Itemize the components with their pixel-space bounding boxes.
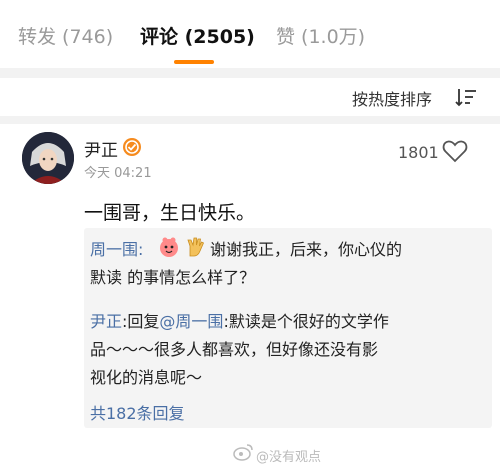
ok-hand-emoji-icon <box>187 237 205 257</box>
comment-card: 尹正 今天 04:21 1801 一围哥，生日快乐。 周一围: 谢谢我正，后来，… <box>0 124 500 470</box>
active-tab-indicator <box>174 60 214 64</box>
weibo-logo-icon <box>233 444 253 461</box>
tab-comments[interactable]: 评论 (2505) <box>140 22 255 49</box>
watermark: @没有观点 <box>256 450 322 465</box>
sort-bar: 按热度排序 <box>0 78 500 116</box>
heart-icon[interactable] <box>442 139 468 163</box>
sort-by-hot-button[interactable]: 按热度排序 <box>352 86 432 110</box>
reply-line: 尹正:回复@周一围:默读是个很好的文学作 <box>90 308 389 332</box>
comment-text: 一围哥，生日快乐。 <box>84 202 256 224</box>
reply-box[interactable]: 周一围: 谢谢我正，后来，你心仪的 默读 的事情怎么样了？ 尹正:回复@周一围:… <box>84 228 492 428</box>
comment-time: 今天 04:21 <box>84 166 152 181</box>
mention-link[interactable]: @周一围 <box>159 312 223 331</box>
divider <box>0 68 500 78</box>
reply-text: :默读是个很好的文学作 <box>223 312 389 331</box>
comment-author[interactable]: 尹正 <box>84 136 118 161</box>
tab-reposts[interactable]: 转发 (746) <box>18 22 113 49</box>
avatar[interactable] <box>22 132 74 184</box>
verified-badge-icon <box>123 138 141 156</box>
view-all-replies-link[interactable]: 共182条回复 <box>90 400 185 424</box>
reply-line: 周一围: <box>90 236 143 260</box>
reply-author-link[interactable]: 周一围: <box>90 240 143 259</box>
tab-bar: 转发 (746) 评论 (2505) 赞 (1.0万) <box>0 0 500 68</box>
sort-icon[interactable] <box>455 87 477 107</box>
tab-likes[interactable]: 赞 (1.0万) <box>276 22 365 49</box>
reply-text: 视化的消息呢～ <box>90 368 203 387</box>
reply-text: 品～～～很多人都喜欢，但好像还没有影 <box>90 340 379 359</box>
reply-text: 默读 的事情怎么样了？ <box>90 268 256 287</box>
reply-author-link[interactable]: 尹正 <box>90 312 122 331</box>
reply-text: 谢谢我正，后来，你心仪的 <box>210 240 403 259</box>
divider <box>0 116 500 124</box>
avatar-illustration <box>22 132 74 184</box>
cute-emoji-icon <box>160 237 178 257</box>
reply-action: :回复 <box>122 312 160 331</box>
like-count: 1801 <box>398 143 439 162</box>
